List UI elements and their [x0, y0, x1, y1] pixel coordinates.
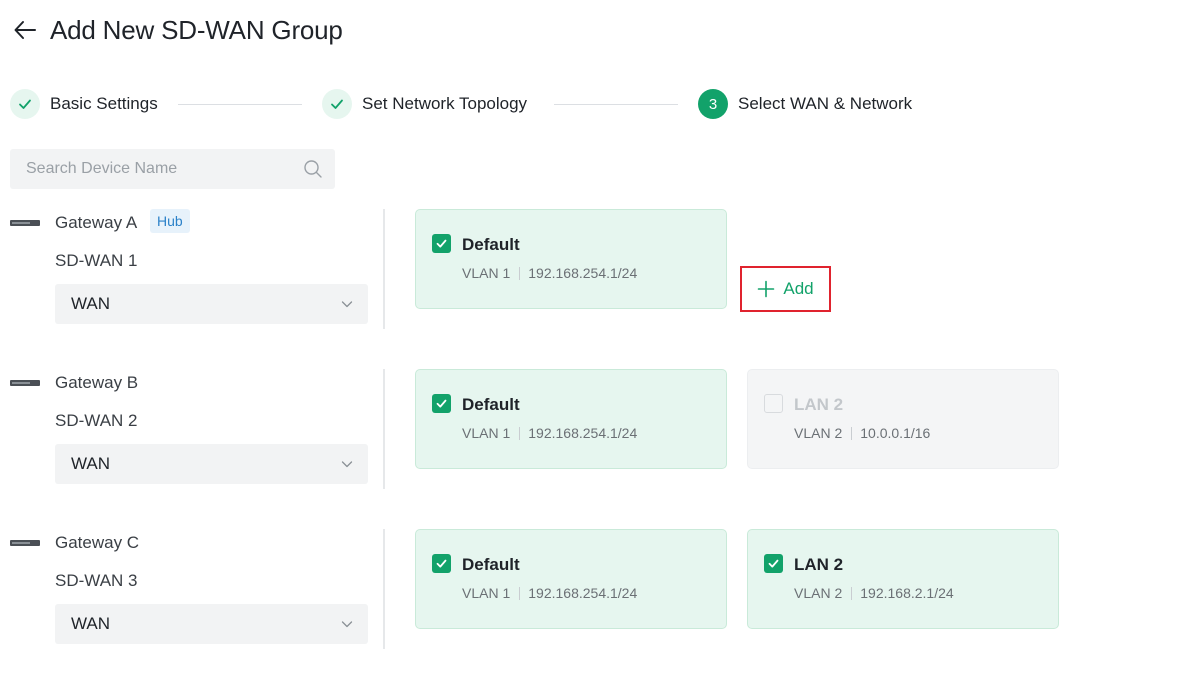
sdwan-label: SD-WAN 1: [55, 251, 138, 270]
network-checkbox[interactable]: [432, 394, 451, 413]
network-card: Default VLAN 1 192.168.254.1/24: [415, 529, 727, 629]
search-box: [10, 149, 335, 189]
step-connector: [554, 104, 678, 105]
sdwan-label: SD-WAN 3: [55, 571, 138, 590]
step-done-circle: [10, 89, 40, 119]
add-button-label: Add: [783, 279, 814, 298]
vertical-divider: [383, 369, 385, 489]
chevron-down-icon: [341, 461, 353, 468]
gateway-row: Gateway A Hub SD-WAN 1 WAN Default VLAN …: [10, 209, 1110, 329]
meta-separator: [519, 266, 521, 280]
meta-separator: [519, 426, 521, 440]
meta-separator: [851, 586, 853, 600]
network-meta: VLAN 1 192.168.254.1/24: [462, 265, 637, 281]
network-checkbox[interactable]: [432, 234, 451, 253]
vlan-label: VLAN 1: [462, 425, 511, 441]
network-checkbox[interactable]: [764, 554, 783, 573]
stepper: Basic Settings Set Network Topology 3 Se…: [10, 88, 940, 120]
step-label: Select WAN & Network: [738, 94, 913, 113]
wan-select-value: WAN: [71, 454, 111, 473]
gateway-row: Gateway C SD-WAN 3 WAN Default VLAN 1 19…: [10, 529, 1110, 649]
subnet-label: 192.168.2.1/24: [860, 585, 954, 601]
step-done-circle: [322, 89, 352, 119]
check-icon: [768, 559, 779, 568]
gateway-name: Gateway C: [55, 533, 140, 552]
chevron-down-icon: [341, 301, 353, 308]
page-header: Add New SD-WAN Group: [12, 12, 343, 48]
chevron-down-icon: [341, 621, 353, 628]
check-icon: [436, 399, 447, 408]
subnet-label: 192.168.254.1/24: [528, 425, 638, 441]
gateway-device-icon: [10, 220, 40, 226]
network-meta: VLAN 2 10.0.0.1/16: [794, 425, 930, 441]
plus-icon: [758, 280, 775, 298]
check-icon: [436, 239, 447, 248]
vlan-label: VLAN 1: [462, 265, 511, 281]
vlan-label: VLAN 2: [794, 585, 843, 601]
network-meta: VLAN 1 192.168.254.1/24: [462, 585, 637, 601]
meta-separator: [519, 586, 521, 600]
network-card: Default VLAN 1 192.168.254.1/24: [415, 209, 727, 309]
gateway-name: Gateway A: [55, 213, 138, 232]
wan-select-value: WAN: [71, 614, 111, 633]
step-connector: [178, 104, 302, 105]
network-card-disabled: LAN 2 VLAN 2 10.0.0.1/16: [747, 369, 1059, 469]
wan-select[interactable]: WAN: [55, 604, 368, 644]
arrow-left-icon[interactable]: [12, 17, 38, 43]
network-name: Default: [462, 555, 520, 574]
step-label: Set Network Topology: [362, 94, 528, 113]
network-name: Default: [462, 235, 520, 254]
check-icon: [436, 559, 447, 568]
step-label: Basic Settings: [50, 94, 158, 113]
wan-select-value: WAN: [71, 294, 111, 313]
subnet-label: 192.168.254.1/24: [528, 585, 638, 601]
meta-separator: [851, 426, 853, 440]
gateway-device-icon: [10, 540, 40, 546]
vertical-divider: [383, 529, 385, 649]
add-network-button[interactable]: Add: [740, 266, 831, 312]
network-meta: VLAN 1 192.168.254.1/24: [462, 425, 637, 441]
hub-badge: Hub: [150, 209, 190, 233]
subnet-label: 192.168.254.1/24: [528, 265, 638, 281]
gateway-device-icon: [10, 380, 40, 386]
search-icon[interactable]: [303, 159, 323, 179]
gateway-name: Gateway B: [55, 373, 139, 392]
vlan-label: VLAN 1: [462, 585, 511, 601]
vlan-label: VLAN 2: [794, 425, 843, 441]
step-basic-settings: Basic Settings: [10, 88, 158, 120]
network-name: LAN 2: [794, 555, 844, 574]
network-card: LAN 2 VLAN 2 192.168.2.1/24: [747, 529, 1059, 629]
network-checkbox[interactable]: [432, 554, 451, 573]
check-icon: [19, 99, 31, 109]
check-icon: [331, 99, 343, 109]
wan-select[interactable]: WAN: [55, 444, 368, 484]
wan-select[interactable]: WAN: [55, 284, 368, 324]
search-input[interactable]: [26, 160, 303, 178]
gateway-row: Gateway B SD-WAN 2 WAN Default VLAN 1 19…: [10, 369, 1110, 489]
network-card: Default VLAN 1 192.168.254.1/24: [415, 369, 727, 469]
subnet-label: 10.0.0.1/16: [860, 425, 931, 441]
sdwan-label: SD-WAN 2: [55, 411, 138, 430]
network-meta: VLAN 2 192.168.2.1/24: [794, 585, 954, 601]
step-set-network-topology: Set Network Topology: [322, 88, 527, 120]
network-checkbox-disabled: [764, 394, 783, 413]
page-title: Add New SD-WAN Group: [50, 14, 343, 45]
network-name: LAN 2: [794, 395, 844, 414]
vertical-divider: [383, 209, 385, 329]
step-number-circle: 3: [698, 89, 728, 119]
network-name: Default: [462, 395, 520, 414]
step-select-wan-network: 3 Select WAN & Network: [698, 88, 912, 120]
